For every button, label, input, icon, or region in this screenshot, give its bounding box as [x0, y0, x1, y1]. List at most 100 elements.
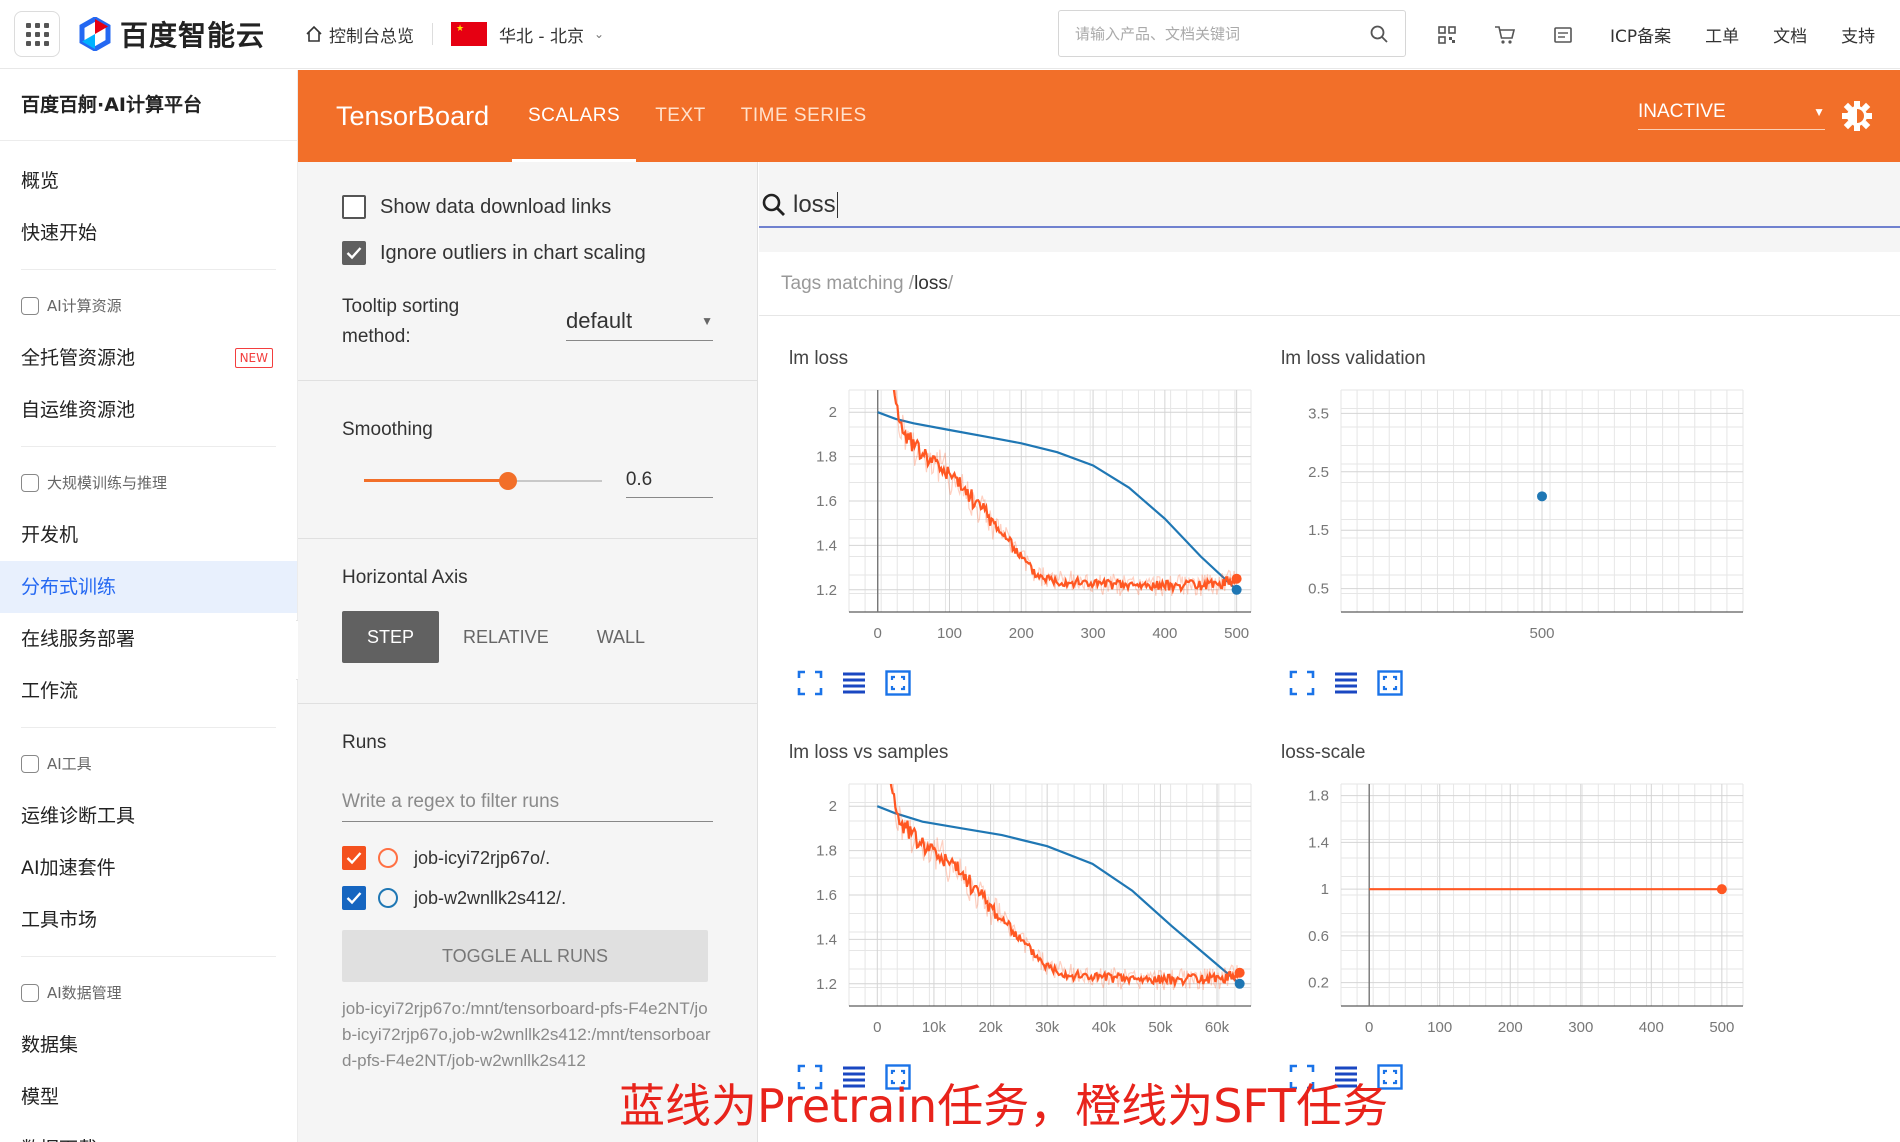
brand-name: 百度智能云 [120, 19, 266, 52]
sidebar-item-devbox[interactable]: 开发机 [0, 509, 297, 561]
runs-filter-input[interactable]: Write a regex to filter runs [342, 782, 713, 822]
sidebar-item-models[interactable]: 模型 [0, 1071, 297, 1123]
status-label: INACTIVE [1638, 100, 1726, 122]
tensorboard-logo: TensorBoard [336, 100, 490, 131]
chart-tools [797, 670, 929, 696]
chart-lm-loss-vs-samples[interactable]: 0 10k 20k 30k 40k 50k 60k 1.2 1.4 1.6 1.8 2 [789, 774, 1269, 1044]
cart-icon[interactable] [1494, 24, 1516, 46]
y-tick-label: 1.2 [816, 582, 837, 599]
sidebar-group-ai-tools: AI工具 [0, 738, 297, 790]
tooltip-sorting-select[interactable]: default ▼ [566, 302, 713, 341]
chart-lm-loss-validation[interactable]: 500 0.5 1.5 2.5 3.5 [1281, 380, 1761, 650]
tab-scalars[interactable]: SCALARS [511, 70, 637, 162]
sidebar-item-tool-market[interactable]: 工具市场 [0, 894, 297, 946]
y-tick-label: 1 [1321, 881, 1329, 898]
tag-filter[interactable]: loss [759, 184, 1900, 228]
console-overview-link[interactable]: 控制台总览 [305, 22, 414, 47]
app-grid-button[interactable] [14, 11, 60, 57]
ticket-link[interactable]: 工单 [1705, 22, 1739, 47]
docs-link[interactable]: 文档 [1773, 22, 1807, 47]
y-tick-label: 1.2 [816, 976, 837, 993]
toggle-all-runs-button[interactable]: TOGGLE ALL RUNS [342, 930, 708, 982]
settings-panel: Show data download links Ignore outliers… [298, 162, 758, 1142]
grid-icon [25, 22, 49, 46]
fit-domain-icon[interactable] [1377, 670, 1403, 696]
message-icon[interactable] [1552, 24, 1574, 46]
sidebar-item-distributed-training[interactable]: 分布式训练 [0, 561, 297, 613]
y-tick-label: 3.5 [1308, 405, 1329, 422]
series-line [892, 390, 1238, 595]
display-options: Show data download links Ignore outliers… [298, 162, 757, 381]
axis-wall-button[interactable]: WALL [573, 611, 669, 663]
x-tick-label: 60k [1205, 1019, 1230, 1036]
x-tick-label: 300 [1568, 1019, 1593, 1036]
x-tick-label: 0 [1365, 1019, 1373, 1036]
search-input[interactable] [1075, 24, 1369, 43]
region-selector[interactable]: ★ 华北 - 北京 ⌄ [451, 22, 604, 47]
run-paths-text: job-icyi72rjp67o:/mnt/tensorboard-pfs-F4… [342, 999, 711, 1070]
ignore-outliers-row[interactable]: Ignore outliers in chart scaling [342, 230, 713, 276]
y-tick-label: 2 [829, 404, 837, 421]
run-row[interactable]: job-w2wnllk2s412/. [342, 878, 713, 918]
chart-title: loss-scale [1281, 742, 1366, 763]
chart-loss-scale[interactable]: 0 100 200 300 400 500 0.2 0.6 1 1.4 1.8 [1281, 774, 1761, 1044]
sidebar-item-self-managed-pool[interactable]: 自运维资源池 [0, 384, 297, 436]
axis-step-button[interactable]: STEP [342, 611, 439, 663]
region-label: 华北 - 北京 [499, 26, 584, 47]
show-download-links-row[interactable]: Show data download links [342, 184, 713, 230]
tools-icon [21, 755, 39, 773]
y-tick-label: 1.6 [816, 493, 837, 510]
y-tick-label: 2.5 [1308, 464, 1329, 481]
smoothing-slider[interactable] [364, 471, 602, 491]
sidebar-item-overview[interactable]: 概览 [0, 155, 297, 207]
ignore-outliers-checkbox[interactable] [342, 241, 366, 265]
tab-time-series[interactable]: TIME SERIES [741, 70, 867, 162]
top-right-actions: ICP备案 工单 文档 支持 [1436, 0, 1900, 69]
fullscreen-icon[interactable] [1289, 670, 1315, 696]
run-row[interactable]: job-icyi72rjp67o/. [342, 838, 713, 878]
sidebar-item-quickstart[interactable]: 快速开始 [0, 207, 297, 259]
chart-card-lm-loss: lm loss 0 100 200 300 400 500 1.2 1.4 1.6 1.8 2 [789, 348, 1269, 708]
tooltip-sorting-value: default [566, 308, 633, 333]
axis-relative-button[interactable]: RELATIVE [439, 611, 573, 663]
y-tick-label: 1.8 [816, 843, 837, 860]
sidebar-item-workflow[interactable]: 工作流 [0, 665, 297, 717]
sidebar-item-diagnostics[interactable]: 运维诊断工具 [0, 790, 297, 842]
sidebar-item-datasets[interactable]: 数据集 [0, 1019, 297, 1071]
smoothing-slider-thumb[interactable] [499, 471, 517, 490]
run-checkbox-pretrain[interactable] [342, 886, 366, 910]
chip-icon [21, 297, 39, 315]
x-tick-label: 200 [1498, 1019, 1523, 1036]
data-table-icon[interactable] [841, 670, 867, 696]
data-table-icon[interactable] [1333, 670, 1359, 696]
theme-toggle-icon[interactable] [1841, 100, 1873, 132]
run-color-dot-sft [378, 848, 398, 868]
brand[interactable]: 百度智能云 [78, 14, 265, 54]
search-icon[interactable] [1369, 24, 1389, 44]
chart-title: lm loss vs samples [789, 742, 949, 763]
sidebar-group-data: AI数据管理 [0, 967, 297, 1019]
x-tick-label: 100 [937, 625, 962, 642]
icp-link[interactable]: ICP备案 [1610, 22, 1671, 47]
tags-matching-header: Tags matching /loss/ [759, 252, 1900, 316]
sidebar-item-data-download[interactable]: 数据下载 [0, 1123, 297, 1142]
support-link[interactable]: 支持 [1841, 22, 1875, 47]
main-content: loss Tags matching /loss/ lm loss 0 100 20… [759, 162, 1900, 1142]
qrcode-icon[interactable] [1436, 24, 1458, 46]
tag-filter-value[interactable]: loss [793, 191, 836, 219]
sidebar-item-managed-pool[interactable]: 全托管资源池 NEW [0, 332, 297, 384]
tab-text[interactable]: TEXT [655, 70, 706, 162]
global-search[interactable] [1058, 10, 1406, 57]
y-tick-label: 2 [829, 798, 837, 815]
run-name: job-w2wnllk2s412/. [414, 887, 567, 908]
show-download-links-checkbox[interactable] [342, 195, 366, 219]
run-checkbox-sft[interactable] [342, 846, 366, 870]
chart-lm-loss[interactable]: 0 100 200 300 400 500 1.2 1.4 1.6 1.8 2 [789, 380, 1269, 650]
y-tick-label: 1.4 [816, 537, 837, 554]
fit-domain-icon[interactable] [885, 670, 911, 696]
fullscreen-icon[interactable] [797, 670, 823, 696]
sidebar-item-acceleration[interactable]: AI加速套件 [0, 842, 297, 894]
sidebar-item-online-service[interactable]: 在线服务部署 [0, 613, 297, 665]
smoothing-value-input[interactable]: 0.6 [625, 463, 713, 498]
status-dropdown[interactable]: INACTIVE ▼ [1638, 98, 1825, 130]
